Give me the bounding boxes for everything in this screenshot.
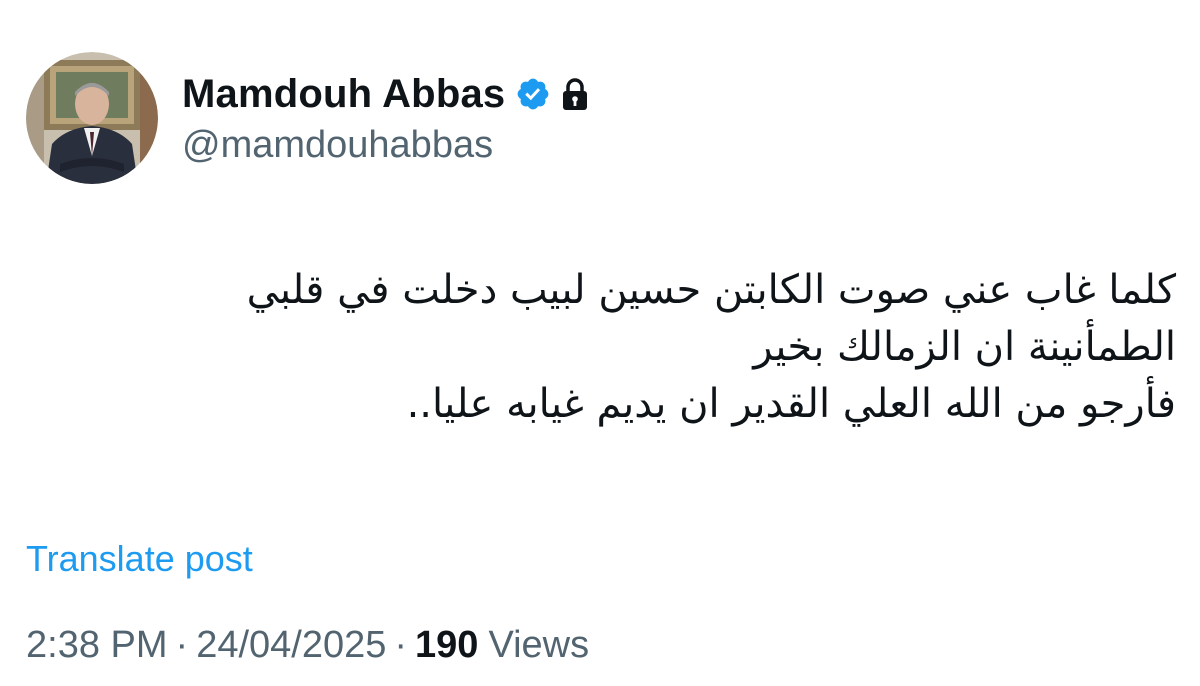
- avatar[interactable]: [26, 52, 158, 184]
- post-text-line: كلما غاب عني صوت الكابتن حسين لبيب دخلت …: [246, 267, 1176, 313]
- views-label: Views: [488, 624, 590, 666]
- views-count[interactable]: 190: [415, 624, 478, 667]
- lock-icon: [561, 77, 589, 111]
- meta-separator: ·: [175, 624, 189, 666]
- post-text: كلما غاب عني صوت الكابتن حسين لبيب دخلت …: [76, 262, 1176, 433]
- post-time[interactable]: 2:38 PM: [26, 624, 168, 667]
- post-card: Mamdouh Abbas @mamdouhabbas كلما غاب عني…: [0, 0, 1200, 686]
- author-handle[interactable]: @mamdouhabbas: [182, 124, 493, 167]
- post-text-line: الطمأنينة ان الزمالك بخير: [753, 324, 1176, 370]
- translate-post-link[interactable]: Translate post: [26, 538, 253, 580]
- author-display-name[interactable]: Mamdouh Abbas: [182, 72, 505, 117]
- author-name-row: Mamdouh Abbas: [182, 66, 589, 122]
- post-text-line: فأرجو من الله العلي القدير ان يديم غيابه…: [406, 381, 1176, 427]
- verified-badge-icon[interactable]: [515, 76, 551, 112]
- meta-separator: ·: [394, 624, 408, 666]
- post-meta: 2:38 PM · 24/04/2025 · 190 Views: [26, 624, 589, 667]
- post-date[interactable]: 24/04/2025: [196, 624, 386, 667]
- profile-photo-icon: [26, 52, 158, 184]
